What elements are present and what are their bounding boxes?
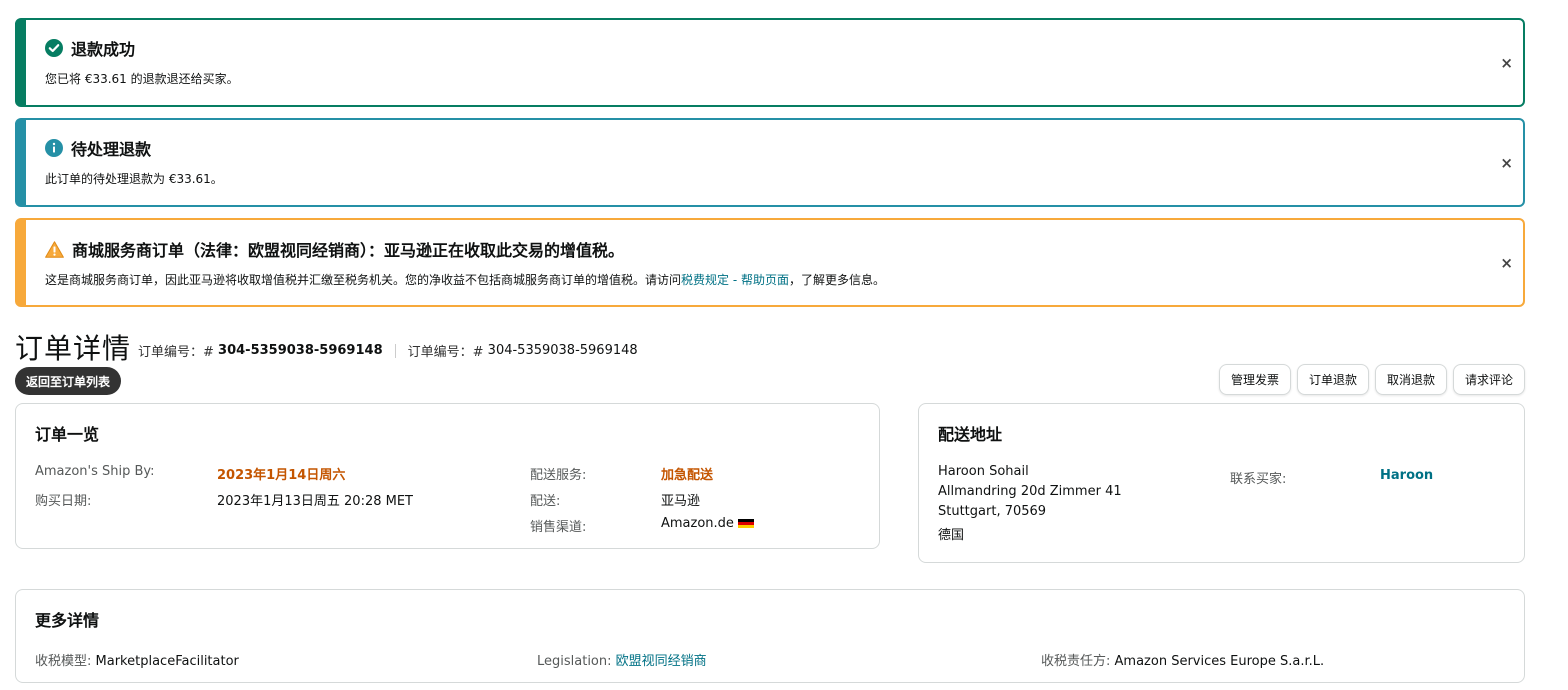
alert-message-suffix: ，了解更多信息。 (788, 273, 885, 287)
alert-message: 这是商城服务商订单，因此亚马逊将收取增值税并汇缴至税务机关。您的净收益不包括商城… (45, 271, 885, 288)
fulfillment-label: 配送: (530, 494, 561, 509)
alert-title-text: 商城服务商订单（法律：欧盟视同经销商）：亚马逊正在收取此交易的增值税。 (72, 241, 625, 260)
alert-title-text: 待处理退款 (71, 140, 152, 159)
close-icon[interactable]: × (1500, 154, 1513, 172)
purchase-date-label: 购买日期: (35, 494, 92, 509)
order-summary-card: 订单一览 Amazon's Ship By: 2023年1月14日周六 购买日期… (15, 403, 880, 549)
divider (394, 343, 396, 358)
alert-title-text: 退款成功 (71, 40, 136, 59)
close-icon[interactable]: × (1500, 54, 1513, 72)
tax-model: 收税模型: MarketplaceFacilitator (35, 650, 239, 669)
alert-title: 待处理退款 (45, 136, 151, 160)
contact-buyer-label: 联系买家: (1230, 472, 1287, 487)
marketplace-facilitator-alert: 商城服务商订单（法律：欧盟视同经销商）：亚马逊正在收取此交易的增值税。 这是商城… (15, 218, 1525, 307)
address-country: 德国 (938, 528, 965, 543)
purchase-date-value: 2023年1月13日周五 20:28 MET (217, 494, 413, 509)
sales-channel-value: Amazon.de (661, 516, 734, 531)
contact-buyer-link[interactable]: Haroon (1380, 468, 1433, 483)
ship-by-value: 2023年1月14日周六 (217, 468, 346, 483)
cancel-refund-button[interactable]: 取消退款 (1374, 364, 1447, 395)
order-id-label: 订单编号：# (407, 345, 484, 360)
order-id-label: 订单编号：# (138, 345, 214, 360)
shipping-service-label: 配送服务: (530, 468, 587, 483)
order-id-value: 304-5359038-5969148 (487, 343, 638, 358)
page-title: 订单详情 (15, 332, 132, 365)
tax-model-label: 收税模型: (35, 654, 92, 669)
legislation-link[interactable]: 欧盟视同经销商 (616, 654, 707, 669)
card-title: 订单一览 (35, 425, 100, 444)
refund-success-alert: 退款成功 您已将 €33.61 的退款退还给买家。 × (15, 18, 1525, 107)
shipping-service-value: 加急配送 (661, 468, 714, 483)
recipient-name: Haroon Sohail (938, 464, 1029, 479)
order-id-value: 304-5359038-5969148 (218, 343, 383, 358)
back-to-order-list-button[interactable]: 返回至订单列表 (15, 367, 122, 395)
order-id-row: 订单编号：# 304-5359038-5969148 订单编号：# 304-53… (138, 341, 638, 360)
tax-responsible-party: 收税责任方: Amazon Services Europe S.a.r.L. (1041, 650, 1324, 669)
card-title: 更多详情 (35, 611, 100, 630)
alert-message-prefix: 这是商城服务商订单，因此亚马逊将收取增值税并汇缴至税务机关。您的净收益不包括商城… (45, 273, 682, 287)
request-review-button[interactable]: 请求评论 (1452, 364, 1525, 395)
fulfillment-value: 亚马逊 (661, 494, 701, 509)
tax-party-label: 收税责任方: (1041, 654, 1111, 669)
sales-channel-label: 销售渠道: (530, 520, 587, 535)
address-line-1: Allmandring 20d Zimmer 41 (938, 484, 1122, 499)
ship-by-label: Amazon's Ship By: (35, 464, 155, 479)
alert-message: 您已将 €33.61 的退款退还给买家。 (45, 72, 239, 86)
tax-policy-help-link[interactable]: 税费规定 - 帮助页面 (681, 273, 789, 287)
alert-title: 商城服务商订单（法律：欧盟视同经销商）：亚马逊正在收取此交易的增值税。 (45, 237, 624, 261)
address-line-2: Stuttgart, 70569 (938, 504, 1047, 519)
more-details-card: 更多详情 收税模型: MarketplaceFacilitator Legisl… (15, 589, 1525, 683)
legislation-label: Legislation: (537, 654, 612, 669)
legislation: Legislation: 欧盟视同经销商 (537, 650, 707, 669)
check-circle-icon (45, 39, 63, 57)
order-actions: 管理发票 订单退款 取消退款 请求评论 (1218, 364, 1525, 395)
tax-model-value: MarketplaceFacilitator (95, 654, 239, 669)
alert-message: 此订单的待处理退款为 €33.61。 (45, 172, 223, 186)
shipping-address-card: 配送地址 Haroon Sohail Allmandring 20d Zimme… (918, 403, 1525, 563)
sales-channel: Amazon.de (661, 516, 754, 531)
manage-invoice-button[interactable]: 管理发票 (1218, 364, 1291, 395)
tax-party-value: Amazon Services Europe S.a.r.L. (1114, 654, 1325, 669)
info-icon (45, 139, 63, 157)
close-icon[interactable]: × (1500, 254, 1513, 272)
card-title: 配送地址 (938, 425, 1003, 444)
pending-refund-alert: 待处理退款 此订单的待处理退款为 €33.61。 × (15, 118, 1525, 207)
alert-title: 退款成功 (45, 36, 135, 60)
refund-order-button[interactable]: 订单退款 (1296, 364, 1369, 395)
warning-icon (45, 240, 64, 258)
germany-flag-icon (737, 518, 754, 529)
